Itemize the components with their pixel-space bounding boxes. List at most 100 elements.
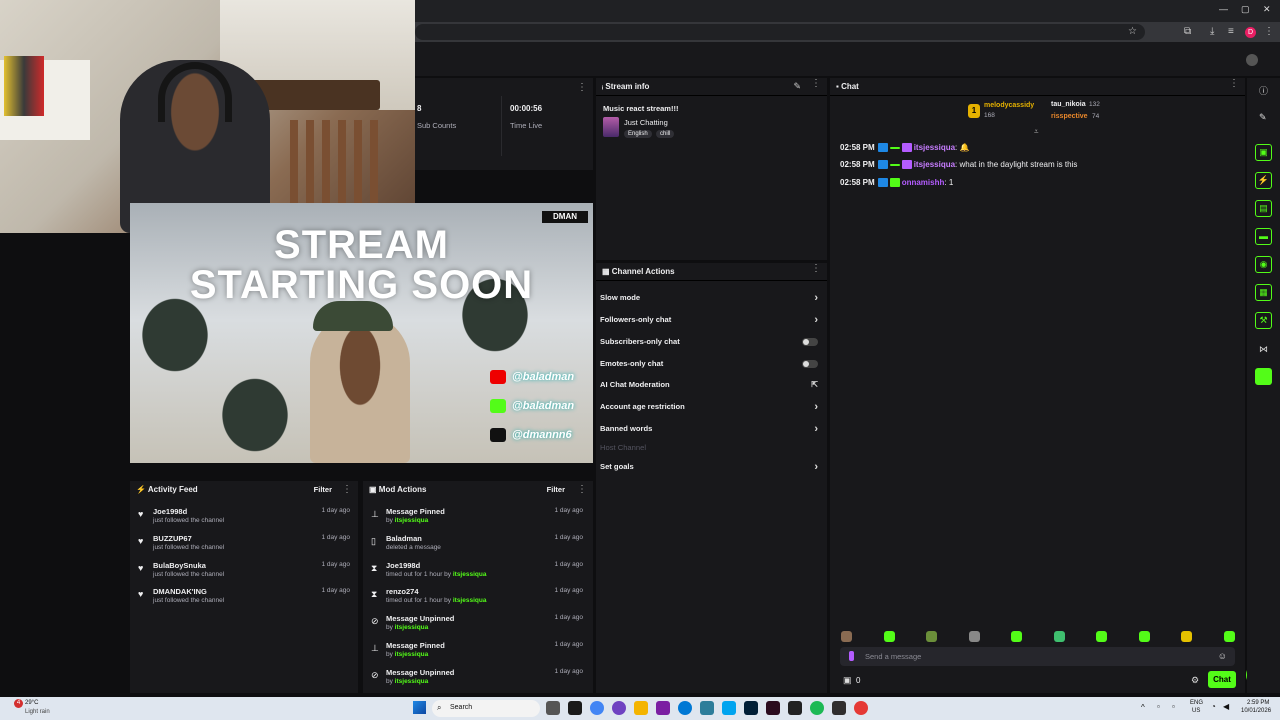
download-icon[interactable]: ⤓ xyxy=(1210,26,1214,37)
emote-icon[interactable] xyxy=(1096,631,1107,642)
user-avatar[interactable] xyxy=(1246,54,1258,66)
action-account-age[interactable]: Account age restriction › xyxy=(600,397,822,417)
expand-leaderboard-icon[interactable]: ⩡ xyxy=(1034,127,1039,137)
leaderboard-third-name[interactable]: risspective xyxy=(1051,113,1088,120)
tag-english[interactable]: English xyxy=(624,130,652,138)
clipboard-icon[interactable]: ▤ xyxy=(1255,200,1272,217)
tray-app-icon[interactable]: ▫ xyxy=(1172,702,1175,711)
chat-username[interactable]: onnamishh xyxy=(902,178,945,187)
app-icon[interactable] xyxy=(854,701,868,715)
tray-app-icon[interactable]: ▫ xyxy=(1157,702,1160,711)
tray-chevron-icon[interactable]: ^ xyxy=(1141,703,1145,712)
taskbar-time[interactable]: 2:59 PM xyxy=(1247,700,1269,706)
activity-menu-icon[interactable]: ⋮ xyxy=(342,484,352,495)
app-icon[interactable] xyxy=(656,701,670,715)
file-explorer-icon[interactable] xyxy=(634,701,648,715)
kick-app-icon[interactable] xyxy=(1255,368,1272,385)
emoji-picker-icon[interactable]: ☺ xyxy=(1218,651,1227,661)
leaderboard-first-name[interactable]: melodycassidy xyxy=(984,102,1034,109)
chat-username[interactable]: itsjessiqua xyxy=(914,143,955,152)
activity-username[interactable]: Joe1998d xyxy=(153,507,187,516)
emote-icon[interactable] xyxy=(1139,631,1150,642)
extensions-icon[interactable]: ⧉ xyxy=(1184,26,1191,37)
terminal-icon[interactable] xyxy=(788,701,802,715)
comment-icon[interactable]: ▬ xyxy=(1255,228,1272,245)
edit-icon[interactable]: ✎ xyxy=(1259,112,1267,123)
mod-filter-button[interactable]: Filter xyxy=(547,485,565,494)
bookmark-star-icon[interactable]: ☆ xyxy=(1128,26,1137,37)
action-followers-only[interactable]: Followers-only chat › xyxy=(600,310,822,330)
activity-filter-button[interactable]: Filter xyxy=(314,485,332,494)
app-icon[interactable] xyxy=(568,701,582,715)
emote-avatar[interactable] xyxy=(841,631,852,642)
broadcast-icon[interactable]: ◉ xyxy=(1255,256,1272,273)
stream-info-menu-icon[interactable]: ⋮ xyxy=(811,78,821,89)
shield-icon[interactable]: ▣ xyxy=(1255,144,1272,161)
language-bottom[interactable]: US xyxy=(1192,708,1200,714)
mod-action-name[interactable]: renzo274 xyxy=(386,587,419,596)
activity-username[interactable]: BulaBoySnuka xyxy=(153,561,206,570)
info-icon[interactable]: ⓘ xyxy=(1259,84,1268,97)
send-chat-button[interactable]: Chat xyxy=(1208,671,1236,688)
close-window-button[interactable]: ✕ xyxy=(1263,4,1271,15)
chat-username[interactable]: itsjessiqua xyxy=(914,160,955,169)
spotify-icon[interactable] xyxy=(810,701,824,715)
lightning-icon[interactable]: ⚡ xyxy=(1255,172,1272,189)
profile-avatar[interactable]: D xyxy=(1245,27,1256,38)
gift-icon[interactable]: ▣ xyxy=(843,675,852,686)
action-ai-moderation[interactable]: AI Chat Moderation ⇱ xyxy=(600,375,822,395)
app-icon[interactable] xyxy=(766,701,780,715)
weather-temp[interactable]: 29°C xyxy=(25,700,38,706)
stats-menu-icon[interactable]: ⋮ xyxy=(577,82,587,93)
chat-input[interactable]: Send a message ☺ xyxy=(840,647,1235,666)
task-view-icon[interactable] xyxy=(546,701,560,715)
action-banned-words[interactable]: Banned words › xyxy=(600,419,822,439)
emote-icon[interactable] xyxy=(1011,631,1022,642)
wrench-icon[interactable]: ⚒ xyxy=(1255,312,1272,329)
emote-icon[interactable] xyxy=(969,631,980,642)
emote-icon[interactable] xyxy=(1181,631,1192,642)
stream-category[interactable]: Just Chatting xyxy=(624,118,668,127)
address-bar[interactable]: ☆ xyxy=(415,24,1145,40)
media-icon[interactable]: ≡ xyxy=(1228,26,1234,37)
emote-icon[interactable] xyxy=(926,631,937,642)
photoshop-icon[interactable] xyxy=(744,701,758,715)
activity-username[interactable]: BUZZUP67 xyxy=(153,534,192,543)
chat-settings-gear-icon[interactable]: ⚙ xyxy=(1191,675,1199,686)
trash-icon: ▯ xyxy=(371,536,376,546)
subscribers-only-toggle[interactable] xyxy=(802,338,818,346)
layout-icon[interactable]: ▦ xyxy=(1255,284,1272,301)
action-slow-mode[interactable]: Slow mode › xyxy=(600,288,822,308)
language-top[interactable]: ENG xyxy=(1190,700,1203,706)
chrome-menu-icon[interactable]: ⋮ xyxy=(1264,26,1274,37)
chat-menu-icon[interactable]: ⋮ xyxy=(1229,78,1239,89)
taskbar-search[interactable]: ⌕ Search xyxy=(432,700,540,717)
edit-pencil-icon[interactable]: ✎ xyxy=(793,81,801,92)
emote-icon[interactable] xyxy=(1054,631,1065,642)
volume-icon[interactable]: ◀ xyxy=(1223,702,1229,711)
action-set-goals[interactable]: Set goals › xyxy=(600,457,822,477)
leaderboard-second-name[interactable]: tau_nikoia xyxy=(1051,101,1086,108)
app-icon[interactable] xyxy=(612,701,626,715)
windows-start-icon[interactable] xyxy=(413,701,426,714)
mod-menu-icon[interactable]: ⋮ xyxy=(577,484,587,495)
obs-icon[interactable] xyxy=(832,701,846,715)
wifi-icon[interactable]: ◔ xyxy=(1211,702,1216,711)
tag-chill[interactable]: chill xyxy=(656,130,675,138)
minimize-button[interactable]: — xyxy=(1219,4,1228,14)
store-icon[interactable] xyxy=(722,701,736,715)
activity-username[interactable]: DMANDAK'ING xyxy=(153,587,207,596)
channel-actions-menu-icon[interactable]: ⋮ xyxy=(811,263,821,274)
chrome-icon[interactable] xyxy=(590,701,604,715)
taskbar-date[interactable]: 10/01/2026 xyxy=(1241,708,1271,714)
mod-action-name[interactable]: Joe1998d xyxy=(386,561,420,570)
emote-icon[interactable] xyxy=(1224,631,1235,642)
emotes-only-toggle[interactable] xyxy=(802,360,818,368)
maximize-button[interactable]: ▢ xyxy=(1241,4,1250,15)
mod-action-name[interactable]: Baladman xyxy=(386,534,422,543)
mod-item: ⊥ Message Pinned by itsjessiqua 1 day ago xyxy=(367,507,587,533)
emote-icon[interactable] xyxy=(884,631,895,642)
app-icon[interactable] xyxy=(700,701,714,715)
edge-icon[interactable] xyxy=(678,701,692,715)
share-icon[interactable]: ⋈ xyxy=(1259,344,1268,355)
